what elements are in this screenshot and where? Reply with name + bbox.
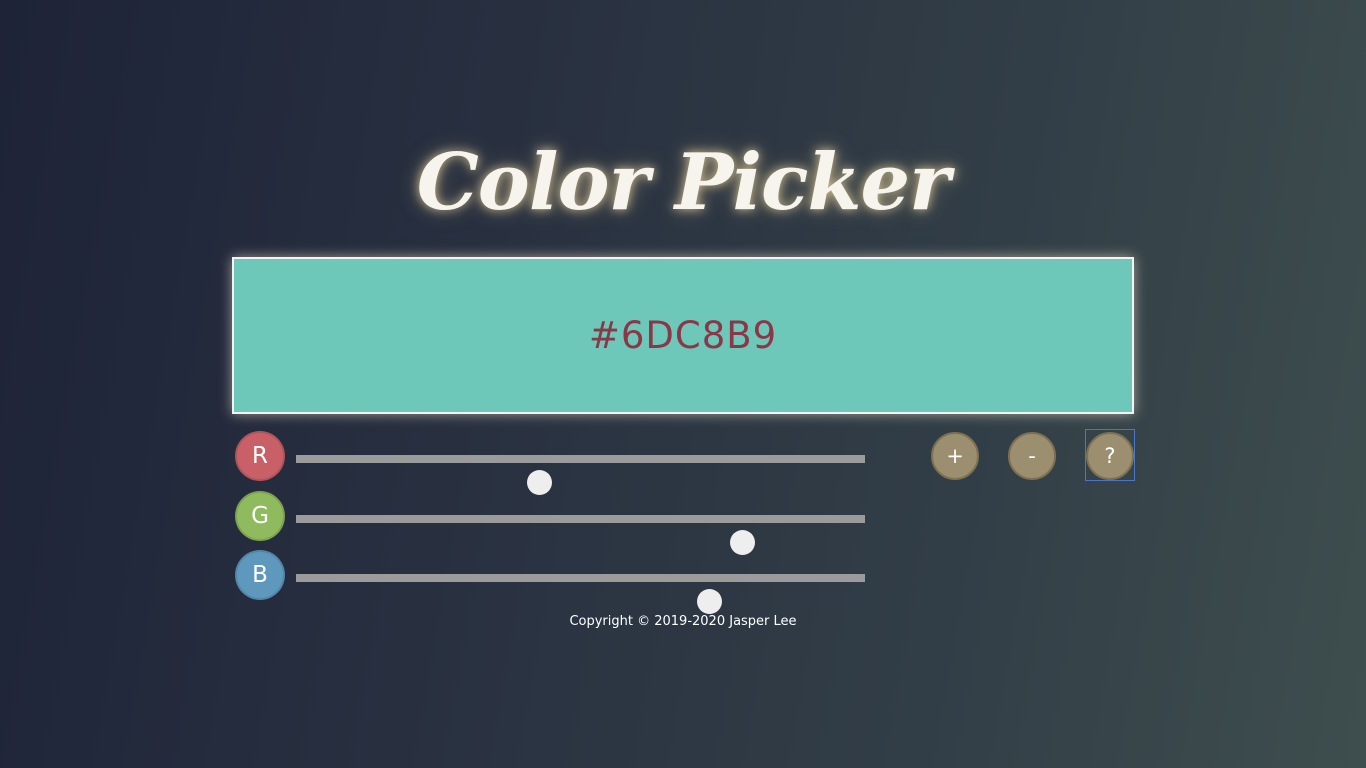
remove-button[interactable]: - <box>1008 432 1056 480</box>
blue-slider-track[interactable] <box>296 574 865 614</box>
green-slider-row: G <box>235 491 875 555</box>
page-title: Color Picker <box>416 137 951 228</box>
add-button[interactable]: + <box>931 432 979 480</box>
green-slider-track[interactable] <box>296 515 865 555</box>
hex-value: #6DC8B9 <box>588 314 778 357</box>
red-slider-row: R <box>235 431 875 495</box>
red-slider-track[interactable] <box>296 455 865 495</box>
blue-slider-row: B <box>235 550 875 614</box>
copyright-text: Copyright © 2019-2020 Jasper Lee <box>569 614 797 629</box>
blue-slider-thumb[interactable] <box>696 589 722 614</box>
green-channel-badge: G <box>235 491 285 541</box>
red-channel-badge: R <box>235 431 285 481</box>
color-preview: #6DC8B9 <box>232 257 1134 414</box>
blue-channel-badge: B <box>235 550 285 600</box>
help-button[interactable]: ? <box>1086 432 1134 480</box>
